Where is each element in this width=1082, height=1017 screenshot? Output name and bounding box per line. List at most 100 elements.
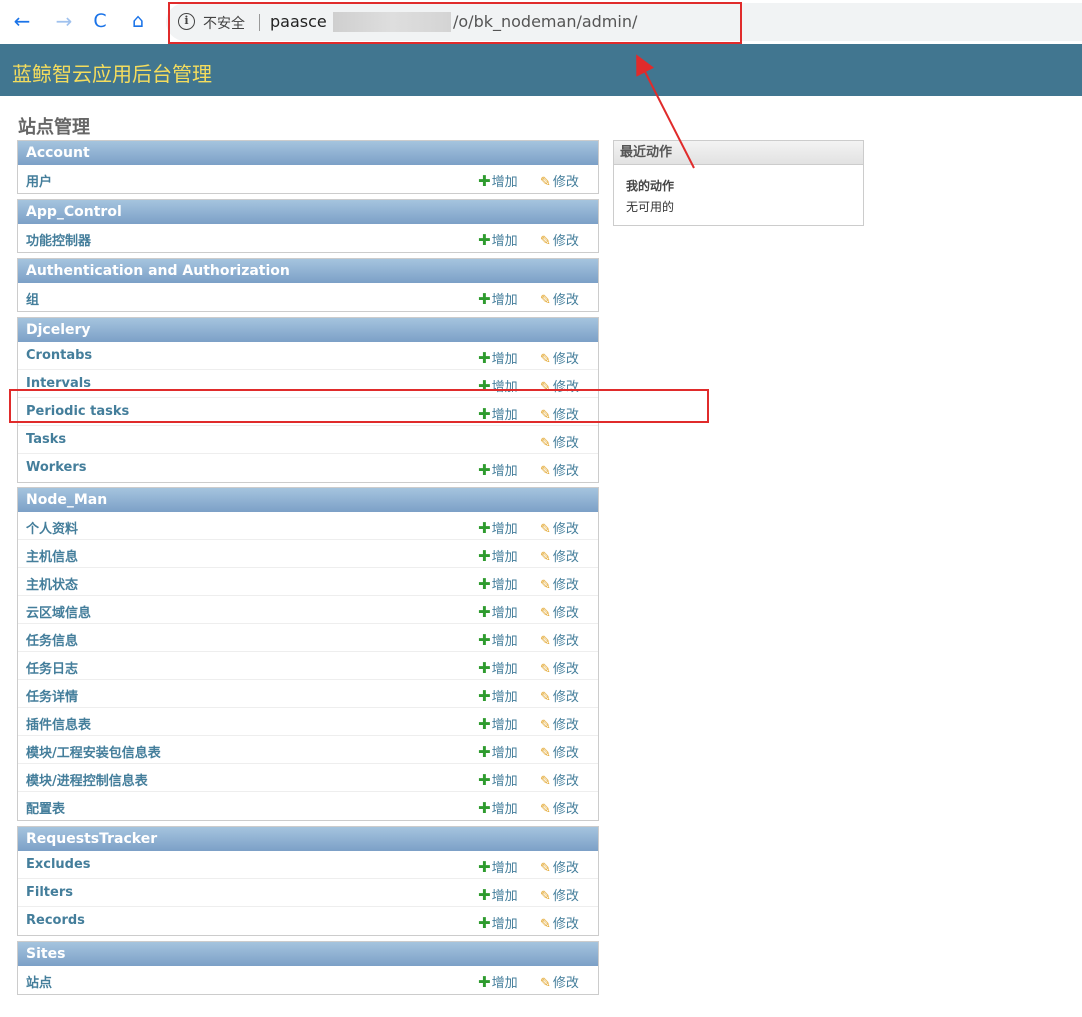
- change-label: 修改: [552, 976, 579, 991]
- change-link[interactable]: ✎ 修改: [540, 546, 579, 565]
- app-module-caption[interactable]: Authentication and Authorization: [18, 259, 598, 283]
- change-label: 修改: [552, 889, 579, 904]
- model-link[interactable]: Crontabs: [26, 348, 92, 363]
- page-title: 站点管理: [18, 117, 90, 138]
- add-link[interactable]: ✚增加: [478, 885, 518, 904]
- change-label: 修改: [552, 293, 579, 308]
- app-module-caption[interactable]: App_Control: [18, 200, 598, 224]
- model-link[interactable]: Tasks: [26, 432, 66, 447]
- add-link[interactable]: ✚增加: [478, 686, 518, 705]
- forward-arrow-icon[interactable]: →: [52, 9, 76, 33]
- add-link[interactable]: ✚增加: [478, 171, 518, 190]
- app-module-caption[interactable]: Node_Man: [18, 488, 598, 512]
- pencil-icon: ✎: [540, 634, 551, 649]
- reload-icon[interactable]: C: [88, 9, 112, 33]
- change-link[interactable]: ✎ 修改: [540, 742, 579, 761]
- change-link[interactable]: ✎ 修改: [540, 630, 579, 649]
- model-row: 模块/工程安装包信息表 ✚增加 ✎ 修改: [18, 736, 598, 764]
- model-row: 用户 ✚增加 ✎ 修改: [18, 165, 598, 193]
- model-link[interactable]: 站点: [26, 972, 52, 991]
- model-link[interactable]: 插件信息表: [26, 714, 91, 733]
- app-module-caption[interactable]: Account: [18, 141, 598, 165]
- add-link[interactable]: ✚增加: [478, 518, 518, 537]
- add-link[interactable]: ✚增加: [478, 289, 518, 308]
- add-link[interactable]: ✚增加: [478, 574, 518, 593]
- app-module-caption[interactable]: RequestsTracker: [18, 827, 598, 851]
- add-link[interactable]: ✚增加: [478, 742, 518, 761]
- add-link[interactable]: ✚增加: [478, 630, 518, 649]
- app-module: Authentication and Authorization 组 ✚增加 ✎ 修改: [17, 258, 599, 312]
- add-link[interactable]: ✚增加: [478, 230, 518, 249]
- change-label: 修改: [552, 578, 579, 593]
- model-link[interactable]: 模块/工程安装包信息表: [26, 742, 161, 761]
- add-link[interactable]: ✚增加: [478, 348, 518, 367]
- add-label: 增加: [491, 917, 518, 932]
- model-link[interactable]: 任务日志: [26, 658, 78, 677]
- change-link[interactable]: ✎ 修改: [540, 171, 579, 190]
- change-link[interactable]: ✎ 修改: [540, 714, 579, 733]
- site-title[interactable]: 蓝鲸智云应用后台管理: [12, 58, 212, 87]
- url-annotation-box: [168, 2, 742, 44]
- change-link[interactable]: ✎ 修改: [540, 230, 579, 249]
- model-link[interactable]: 个人资料: [26, 518, 78, 537]
- add-link[interactable]: ✚增加: [478, 913, 518, 932]
- add-link[interactable]: ✚增加: [478, 602, 518, 621]
- plus-icon: ✚: [478, 603, 491, 621]
- change-link[interactable]: ✎ 修改: [540, 798, 579, 817]
- pencil-icon: ✎: [540, 522, 551, 537]
- model-link[interactable]: 主机状态: [26, 574, 78, 593]
- model-link[interactable]: 功能控制器: [26, 230, 91, 249]
- change-link[interactable]: ✎ 修改: [540, 770, 579, 789]
- add-link[interactable]: ✚增加: [478, 714, 518, 733]
- model-link[interactable]: 任务信息: [26, 630, 78, 649]
- app-module-caption[interactable]: Sites: [18, 942, 598, 966]
- model-link[interactable]: Filters: [26, 885, 73, 900]
- change-link[interactable]: ✎ 修改: [540, 658, 579, 677]
- add-link[interactable]: ✚增加: [478, 857, 518, 876]
- model-link[interactable]: 配置表: [26, 798, 65, 817]
- add-link[interactable]: ✚增加: [478, 546, 518, 565]
- change-link[interactable]: ✎ 修改: [540, 574, 579, 593]
- change-link[interactable]: ✎ 修改: [540, 602, 579, 621]
- model-link[interactable]: 用户: [26, 171, 52, 190]
- change-link[interactable]: ✎ 修改: [540, 518, 579, 537]
- model-link[interactable]: 云区域信息: [26, 602, 91, 621]
- model-link[interactable]: 任务详情: [26, 686, 78, 705]
- change-link[interactable]: ✎ 修改: [540, 972, 579, 991]
- model-row: 主机状态 ✚增加 ✎ 修改: [18, 568, 598, 596]
- model-link[interactable]: 组: [26, 289, 39, 308]
- model-link[interactable]: 模块/进程控制信息表: [26, 770, 148, 789]
- change-link[interactable]: ✎ 修改: [540, 432, 579, 451]
- model-row: Workers ✚增加 ✎ 修改: [18, 454, 598, 482]
- model-link[interactable]: Records: [26, 913, 85, 928]
- app-module-caption[interactable]: Djcelery: [18, 318, 598, 342]
- model-link[interactable]: 主机信息: [26, 546, 78, 565]
- add-label: 增加: [491, 889, 518, 904]
- home-icon[interactable]: ⌂: [126, 9, 150, 33]
- recent-actions-panel: 最近动作 我的动作 无可用的: [613, 140, 864, 226]
- model-link[interactable]: Workers: [26, 460, 86, 475]
- add-link[interactable]: ✚增加: [478, 972, 518, 991]
- pencil-icon: ✎: [540, 718, 551, 733]
- plus-icon: ✚: [478, 743, 491, 761]
- back-arrow-icon[interactable]: ←: [10, 9, 34, 33]
- add-link[interactable]: ✚增加: [478, 770, 518, 789]
- change-link[interactable]: ✎ 修改: [540, 857, 579, 876]
- add-link[interactable]: ✚增加: [478, 460, 518, 479]
- change-link[interactable]: ✎ 修改: [540, 686, 579, 705]
- change-link[interactable]: ✎ 修改: [540, 460, 579, 479]
- model-link[interactable]: Excludes: [26, 857, 91, 872]
- change-link[interactable]: ✎ 修改: [540, 885, 579, 904]
- add-link[interactable]: ✚增加: [478, 798, 518, 817]
- model-row: 主机信息 ✚增加 ✎ 修改: [18, 540, 598, 568]
- app-module: Account 用户 ✚增加 ✎ 修改: [17, 140, 599, 194]
- change-link[interactable]: ✎ 修改: [540, 348, 579, 367]
- change-link[interactable]: ✎ 修改: [540, 913, 579, 932]
- app-module: RequestsTracker Excludes ✚增加 ✎ 修改 Filters ✚增加 ✎…: [17, 826, 599, 936]
- plus-icon: ✚: [478, 519, 491, 537]
- change-link[interactable]: ✎ 修改: [540, 289, 579, 308]
- add-link[interactable]: ✚增加: [478, 658, 518, 677]
- change-label: 修改: [552, 522, 579, 537]
- pencil-icon: ✎: [540, 234, 551, 249]
- plus-icon: ✚: [478, 914, 491, 932]
